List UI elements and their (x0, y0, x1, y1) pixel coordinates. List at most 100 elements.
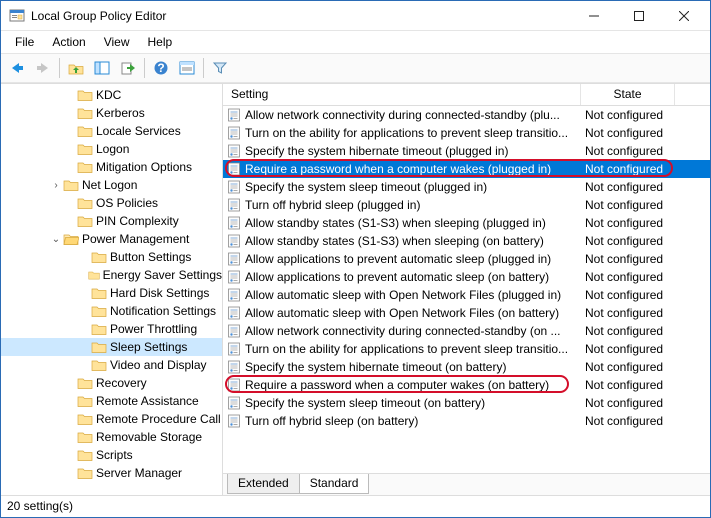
tree-item-label: Kerberos (96, 106, 145, 120)
menu-help[interactable]: Help (140, 33, 181, 51)
back-button[interactable] (5, 56, 29, 80)
status-bar: 20 setting(s) (1, 495, 710, 517)
tree-item[interactable]: Video and Display (1, 356, 222, 374)
list-header: Setting State (223, 84, 710, 106)
tree-item-label: Hard Disk Settings (110, 286, 209, 300)
setting-name: Allow network connectivity during connec… (245, 324, 561, 338)
setting-state: Not configured (581, 324, 675, 338)
svg-text:?: ? (157, 61, 164, 75)
setting-state: Not configured (581, 306, 675, 320)
setting-row[interactable]: Allow network connectivity during connec… (223, 322, 710, 340)
setting-state: Not configured (581, 198, 675, 212)
setting-state: Not configured (581, 162, 675, 176)
tree-item-label: Remote Procedure Call (96, 412, 221, 426)
export-list-button[interactable] (116, 56, 140, 80)
tree-item[interactable]: Kerberos (1, 104, 222, 122)
tab-standard[interactable]: Standard (299, 474, 370, 494)
filter-button[interactable] (208, 56, 232, 80)
setting-row[interactable]: Specify the system sleep timeout (on bat… (223, 394, 710, 412)
setting-row[interactable]: Allow automatic sleep with Open Network … (223, 304, 710, 322)
tree-item[interactable]: Removable Storage (1, 428, 222, 446)
menu-action[interactable]: Action (44, 33, 93, 51)
tree-item[interactable]: Remote Assistance (1, 392, 222, 410)
tree-item[interactable]: PIN Complexity (1, 212, 222, 230)
setting-name: Allow standby states (S1-S3) when sleepi… (245, 234, 544, 248)
window-title: Local Group Policy Editor (31, 9, 571, 23)
setting-state: Not configured (581, 144, 675, 158)
result-pane: Setting State Allow network connectivity… (223, 84, 710, 495)
setting-name: Allow automatic sleep with Open Network … (245, 288, 561, 302)
tree-item[interactable]: Notification Settings (1, 302, 222, 320)
tree-item[interactable]: Button Settings (1, 248, 222, 266)
tree-item-label: Sleep Settings (110, 340, 187, 354)
column-state[interactable]: State (581, 84, 675, 105)
tree-item[interactable]: Logon (1, 140, 222, 158)
tree-item-label: Removable Storage (96, 430, 202, 444)
tree-item-label: Energy Saver Settings (103, 268, 222, 282)
up-button[interactable] (64, 56, 88, 80)
setting-row[interactable]: Turn on the ability for applications to … (223, 124, 710, 142)
menu-view[interactable]: View (96, 33, 138, 51)
maximize-button[interactable] (616, 1, 661, 31)
setting-name: Specify the system hibernate timeout (pl… (245, 144, 508, 158)
tree-item[interactable]: Sleep Settings (1, 338, 222, 356)
tree-item[interactable]: ⌄ Power Management (1, 230, 222, 248)
tree-item[interactable]: Hard Disk Settings (1, 284, 222, 302)
help-button[interactable]: ? (149, 56, 173, 80)
column-setting[interactable]: Setting (223, 84, 581, 105)
tree-item-label: PIN Complexity (96, 214, 179, 228)
expand-icon[interactable]: › (49, 180, 63, 191)
tab-extended[interactable]: Extended (227, 474, 300, 494)
console-tree[interactable]: KDC Kerberos Locale ServicesLogonMitigatio… (1, 84, 223, 495)
setting-row[interactable]: Allow applications to prevent automatic … (223, 268, 710, 286)
tree-item-label: Scripts (96, 448, 133, 462)
tree-item[interactable]: Mitigation Options (1, 158, 222, 176)
setting-row[interactable]: Specify the system sleep timeout (plugge… (223, 178, 710, 196)
setting-row[interactable]: Require a password when a computer wakes… (223, 376, 710, 394)
toolbar-separator (144, 58, 145, 78)
setting-row[interactable]: Turn on the ability for applications to … (223, 340, 710, 358)
setting-name: Turn off hybrid sleep (on battery) (245, 414, 418, 428)
tree-item[interactable]: OS Policies (1, 194, 222, 212)
setting-name: Allow automatic sleep with Open Network … (245, 306, 559, 320)
close-button[interactable] (661, 1, 706, 31)
setting-name: Turn on the ability for applications to … (245, 126, 568, 140)
setting-row[interactable]: Specify the system hibernate timeout (on… (223, 358, 710, 376)
tree-item[interactable]: Scripts (1, 446, 222, 464)
setting-name: Allow network connectivity during connec… (245, 108, 560, 122)
tree-item-label: Video and Display (110, 358, 207, 372)
tree-item[interactable]: ›Net Logon (1, 176, 222, 194)
properties-button[interactable] (175, 56, 199, 80)
setting-row[interactable]: Require a password when a computer wakes… (223, 160, 710, 178)
tree-item[interactable]: Power Throttling (1, 320, 222, 338)
tree-item[interactable]: Recovery (1, 374, 222, 392)
expand-icon[interactable]: ⌄ (49, 234, 63, 245)
tree-item[interactable]: Locale Services (1, 122, 222, 140)
tree-item[interactable]: Remote Procedure Call (1, 410, 222, 428)
app-icon (9, 8, 25, 24)
menu-file[interactable]: File (7, 33, 42, 51)
setting-row[interactable]: Turn off hybrid sleep (on battery) Not co… (223, 412, 710, 430)
tree-item[interactable]: KDC (1, 86, 222, 104)
setting-row[interactable]: Turn off hybrid sleep (plugged in)Not co… (223, 196, 710, 214)
settings-list[interactable]: Allow network connectivity during connec… (223, 106, 710, 473)
setting-row[interactable]: Allow applications to prevent automatic … (223, 250, 710, 268)
setting-row[interactable]: Specify the system hibernate timeout (pl… (223, 142, 710, 160)
setting-state: Not configured (581, 414, 675, 428)
forward-button[interactable] (31, 56, 55, 80)
setting-name: Allow applications to prevent automatic … (245, 270, 549, 284)
view-tabs: Extended Standard (223, 473, 710, 495)
show-hide-tree-button[interactable] (90, 56, 114, 80)
setting-name: Specify the system sleep timeout (on bat… (245, 396, 485, 410)
setting-row[interactable]: Allow standby states (S1-S3) when sleepi… (223, 232, 710, 250)
tree-item[interactable]: Energy Saver Settings (1, 266, 222, 284)
setting-name: Specify the system hibernate timeout (on… (245, 360, 506, 374)
setting-row[interactable]: Allow network connectivity during connec… (223, 106, 710, 124)
toolbar-separator (59, 58, 60, 78)
minimize-button[interactable] (571, 1, 616, 31)
setting-row[interactable]: Allow standby states (S1-S3) when sleepi… (223, 214, 710, 232)
tree-item-label: Power Management (82, 232, 189, 246)
tree-item-label: Recovery (96, 376, 147, 390)
setting-row[interactable]: Allow automatic sleep with Open Network … (223, 286, 710, 304)
tree-item[interactable]: Server Manager (1, 464, 222, 482)
